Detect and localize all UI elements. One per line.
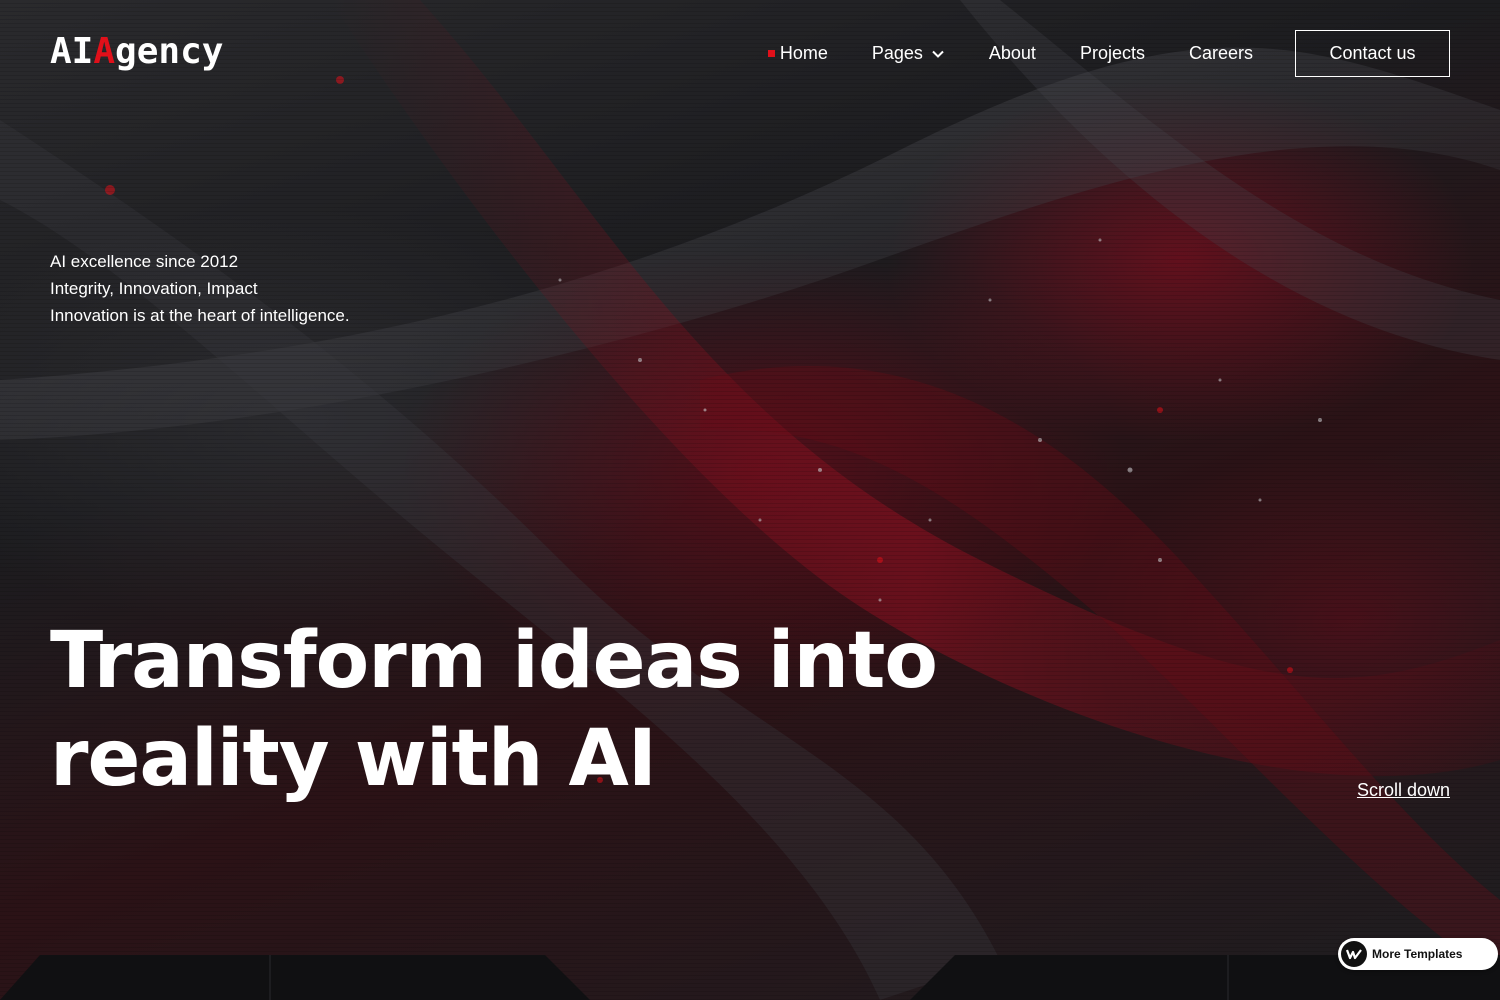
webflow-logo-icon: [1341, 941, 1367, 967]
site-logo[interactable]: AIAgency: [50, 30, 223, 74]
active-indicator: [767, 50, 775, 57]
nav-label-pages: Pages: [871, 43, 923, 63]
headline-line-2: reality with AI: [50, 714, 657, 804]
tagline-line-2: Integrity, Innovation, Impact: [50, 279, 258, 298]
more-templates-label: More Templates: [1372, 947, 1463, 961]
bottom-panel-shape: [0, 955, 1500, 1000]
logo-text-accent: A: [93, 31, 116, 72]
logo-text-ai: AI: [50, 31, 94, 72]
more-templates-badge[interactable]: More Templates: [1338, 938, 1498, 970]
abstract-ribbon-art: [0, 0, 1500, 1000]
nav-item-pages[interactable]: Pages: [872, 43, 945, 64]
nav-item-about[interactable]: About: [989, 43, 1036, 64]
main-nav: Home Pages About Projects Careers Contac…: [767, 30, 1450, 77]
headline-line-1: Transform ideas into: [50, 616, 938, 706]
nav-label-careers: Careers: [1188, 43, 1253, 63]
hero-headline: Transform ideas into reality with AI: [50, 612, 950, 808]
nav-item-projects[interactable]: Projects: [1080, 43, 1145, 64]
tagline-line-3: Innovation is at the heart of intelligen…: [50, 306, 350, 325]
logo-text-agency: gency: [115, 31, 224, 72]
nav-label-projects: Projects: [1079, 43, 1145, 63]
scroll-down-link[interactable]: Scroll down: [1357, 780, 1450, 801]
hero-tagline: AI excellence since 2012 Integrity, Inno…: [50, 248, 350, 329]
nav-label-about: About: [988, 43, 1036, 63]
contact-us-button[interactable]: Contact us: [1295, 30, 1450, 77]
hero-background: [0, 0, 1500, 1000]
nav-label-home: Home: [779, 43, 828, 63]
tagline-line-1: AI excellence since 2012: [50, 252, 239, 271]
chevron-down-icon: [932, 50, 944, 58]
nav-item-careers[interactable]: Careers: [1189, 43, 1253, 64]
nav-item-home[interactable]: Home: [767, 43, 828, 64]
